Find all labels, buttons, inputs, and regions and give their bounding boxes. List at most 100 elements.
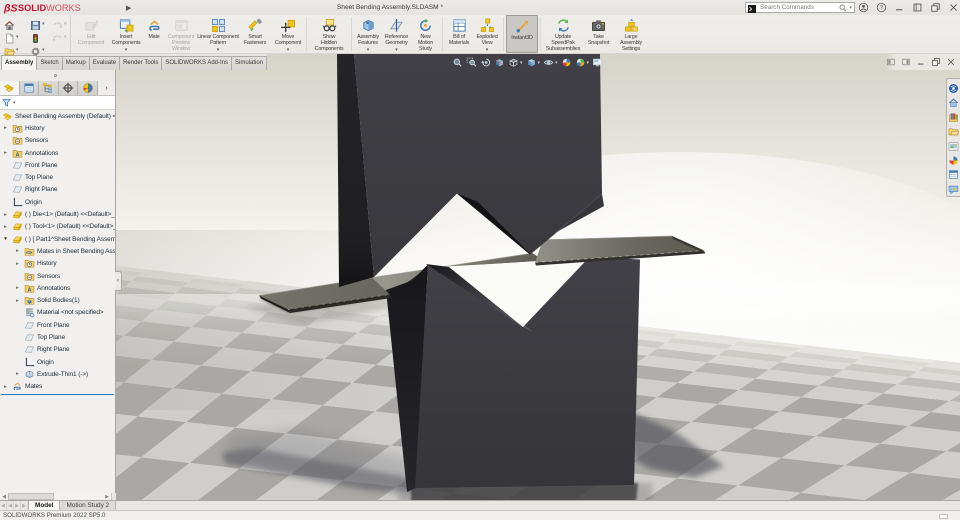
panel-tab-displaymanager[interactable] — [78, 81, 98, 95]
tree-item-annotations[interactable]: ▸ A Annotations — [0, 282, 115, 294]
tree-item-solid-bodies-1[interactable]: ▸ Solid Bodies(1) — [0, 294, 115, 306]
user-profile-button[interactable] — [857, 2, 869, 14]
expand-arrow-icon[interactable]: ▸ — [14, 261, 21, 267]
taskpane-threedexperience-tab[interactable] — [948, 81, 959, 93]
update-speedpak-button[interactable]: Update SpeedPak Subassemblies — [543, 15, 583, 53]
panel-collapse-handle[interactable]: ‹ — [115, 271, 122, 291]
search-caret-icon[interactable]: ▾ — [849, 5, 852, 11]
panel-tab-propertymanager[interactable] — [19, 81, 40, 95]
doc-pane-right-button[interactable] — [901, 57, 911, 68]
taskpane-design-library-tab[interactable] — [948, 110, 959, 122]
apply-scene-button[interactable]: ▾ — [575, 57, 590, 68]
tree-filter-input[interactable]: ▾ — [0, 96, 115, 110]
tree-item-right-plane[interactable]: Right Plane — [0, 184, 115, 196]
expand-arrow-icon[interactable]: ▸ — [14, 248, 21, 254]
edit-appearance-button[interactable] — [561, 57, 572, 68]
panel-tabs-expand-arrow[interactable]: › — [97, 81, 115, 95]
open-button[interactable] — [4, 44, 16, 62]
doctab-nav-0[interactable]: ◀ — [0, 501, 7, 510]
tree-item-tool-1-default-default[interactable]: ▸ ( ) Tool<1> (Default) <<Default>_ — [0, 221, 115, 233]
tree-item-right-plane[interactable]: Right Plane — [0, 344, 115, 356]
options-button[interactable] — [30, 44, 41, 62]
smart-fasteners-button[interactable]: Smart Fasteners — [238, 15, 272, 53]
panel-tab-dimxpertmanager[interactable] — [58, 81, 79, 95]
scroll-right-arrow[interactable]: ▶ — [103, 493, 111, 500]
previous-view-button[interactable] — [480, 57, 491, 68]
linear-pattern-caret-icon[interactable]: ▾ — [217, 47, 220, 53]
bill-of-materials-button[interactable]: Bill of Materials — [445, 15, 473, 53]
close-button[interactable] — [947, 2, 959, 14]
mate-button[interactable]: Mate — [144, 15, 164, 53]
view-orientation-caret-icon[interactable]: ▾ — [520, 60, 523, 66]
linear-pattern-button[interactable]: Linear Component Pattern ▾ — [197, 15, 239, 53]
tree-item-sheet-bending-assembly-default-d[interactable]: Sheet Bending Assembly (Default) <D — [0, 110, 115, 122]
tree-item-annotations[interactable]: ▸ A Annotations — [0, 147, 115, 159]
taskpane-appearances-tab[interactable] — [948, 153, 959, 165]
restore-button[interactable] — [929, 2, 941, 14]
tab-markup[interactable]: Markup — [61, 55, 90, 70]
apply-scene-caret-icon[interactable]: ▾ — [587, 60, 590, 66]
tree-horizontal-scrollbar[interactable]: ◀ ▶ — [0, 493, 112, 500]
panel-tab-configurationmanager[interactable] — [39, 81, 59, 95]
options-caret-icon[interactable]: ▾ — [42, 47, 45, 53]
display-style-button[interactable]: ▾ — [526, 57, 540, 68]
rollback-bar[interactable] — [1, 393, 114, 395]
new-motion-study-button[interactable]: New Motion Study — [411, 15, 440, 53]
tree-item-material-not-specified[interactable]: Material <not specified> — [0, 307, 115, 319]
reference-geometry-button[interactable]: Reference Geometry ▾ — [382, 15, 411, 53]
redo-button[interactable] — [52, 31, 63, 49]
undo-caret-icon[interactable]: ▾ — [64, 21, 67, 27]
view-settings-button[interactable]: ▾ — [592, 57, 607, 68]
instant3d-button[interactable]: Instant3D — [506, 15, 538, 53]
tab-simulation[interactable]: Simulation — [231, 55, 268, 70]
doctab-model[interactable]: Model — [28, 501, 61, 510]
expand-arrow-icon[interactable]: ▸ — [14, 371, 21, 377]
tree-item-die-1-default-default-d[interactable]: ▸ ( ) Die<1> (Default) <<Default>_D — [0, 208, 115, 220]
tree-item-top-plane[interactable]: Top Plane — [0, 171, 115, 183]
tab-evaluate[interactable]: Evaluate — [88, 55, 121, 70]
move-component-button[interactable]: Move Component ▾ — [272, 15, 304, 53]
doctab-nav-1[interactable]: ◀ — [7, 501, 14, 510]
graphics-viewport[interactable] — [116, 54, 960, 500]
redo-caret-icon[interactable]: ▾ — [64, 34, 67, 40]
insert-components-caret-icon[interactable]: ▾ — [125, 47, 128, 53]
tree-item-part1-sheet-bending-assembl[interactable]: ▾ ( ) [ Part1^Sheet Bending Assembl — [0, 233, 115, 245]
view-settings-caret-icon[interactable]: ▾ — [604, 60, 607, 66]
tree-item-mates[interactable]: ▸ Mates — [0, 381, 115, 393]
edit-component-button[interactable]: Edit Component — [74, 15, 108, 53]
doc-restore-button[interactable] — [931, 57, 941, 68]
take-snapshot-button[interactable]: Take Snapshot — [583, 15, 614, 53]
panel-grip[interactable] — [0, 70, 115, 81]
panel-tab-featuremanager[interactable] — [0, 81, 20, 95]
search-icon[interactable] — [839, 4, 847, 12]
maximize-button[interactable] — [911, 2, 923, 14]
tab-render-tools[interactable]: Render Tools — [119, 55, 163, 70]
taskpane-file-explorer-tab[interactable] — [948, 124, 960, 136]
reference-geometry-caret-icon[interactable]: ▾ — [395, 47, 398, 53]
tree-item-extrude-thin1[interactable]: ▸ Extrude-Thin1 (->) — [0, 368, 115, 380]
hide-show-items-button[interactable]: ▾ — [543, 57, 558, 68]
expand-arrow-icon[interactable]: ▸ — [2, 150, 9, 156]
insert-components-button[interactable]: Insert Components ▾ — [108, 15, 144, 53]
taskpane-view-palette-tab[interactable] — [948, 139, 959, 151]
zoom-to-fit-button[interactable] — [452, 57, 463, 68]
tree-item-origin[interactable]: Origin — [0, 196, 115, 208]
scrollbar-thumb[interactable] — [8, 493, 54, 500]
doctab-motion-study-2[interactable]: Motion Study 2 — [60, 501, 117, 510]
exploded-view-caret-icon[interactable]: ▾ — [486, 47, 489, 53]
exploded-view-button[interactable]: Exploded View ▾ — [473, 15, 501, 53]
scroll-left-arrow[interactable]: ◀ — [0, 493, 8, 500]
hide-show-items-caret-icon[interactable]: ▾ — [555, 60, 558, 66]
expand-arrow-icon[interactable]: ▸ — [2, 125, 9, 131]
save-caret-icon[interactable]: ▾ — [42, 21, 45, 27]
doc-close-button[interactable] — [946, 57, 956, 68]
show-hidden-button[interactable]: Show Hidden Components — [309, 15, 349, 53]
tree-item-top-plane[interactable]: Top Plane — [0, 331, 115, 343]
large-assembly-button[interactable]: Large Assembly Settings — [614, 15, 648, 53]
minimize-button[interactable] — [893, 2, 905, 14]
expand-arrow-icon[interactable]: ▸ — [2, 212, 9, 218]
taskpane-sw-forum-tab[interactable] — [948, 182, 959, 194]
doc-pane-left-button[interactable] — [886, 57, 896, 68]
section-view-button[interactable] — [494, 57, 505, 68]
tree-item-front-plane[interactable]: Front Plane — [0, 159, 115, 171]
